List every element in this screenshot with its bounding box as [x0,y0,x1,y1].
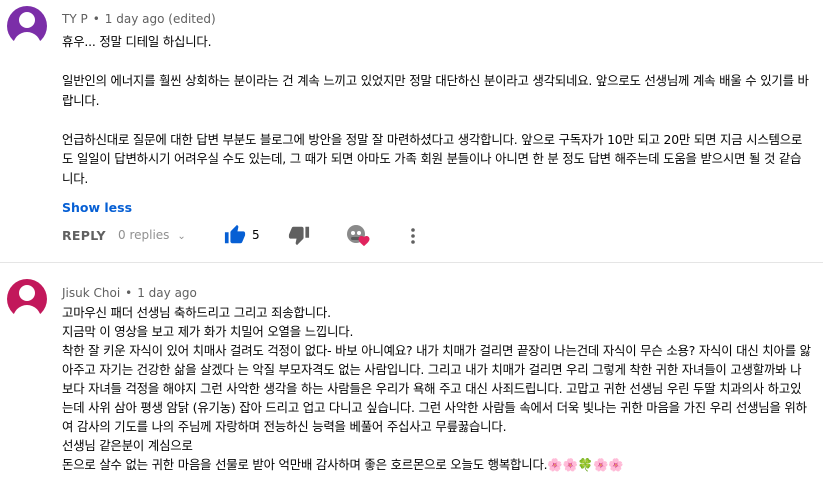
avatar-body [13,32,41,50]
like-button[interactable] [224,224,246,246]
header-separator: • [125,286,133,300]
comment-paragraph: 휴우... 정말 디테일 하십니다. [62,34,212,49]
like-count: 5 [252,228,260,242]
header-separator: • [92,12,100,26]
more-actions-icon[interactable] [408,226,418,246]
comment-item: Jisuk Choi • 1 day ago 고마우신 패더 선생님 축하드리고 그… [0,263,823,494]
avatar[interactable] [7,279,47,323]
author-name[interactable]: TY P [62,12,88,26]
comment-header: TY P • 1 day ago (edited) [62,12,216,26]
avatar[interactable] [7,6,47,50]
comment-paragraph [62,52,812,72]
comment-timestamp[interactable]: 1 day ago [137,286,197,300]
replies-toggle[interactable]: 0 replies ⌄ [118,228,186,242]
chevron-down-icon: ⌄ [177,231,186,242]
thumbs-down-icon [288,226,310,246]
comment-paragraph [62,110,812,130]
comment-paragraph: 착한 잘 키운 자식이 있어 치매사 걸려도 걱정이 없다- 바보 아니예요? … [62,343,811,434]
comment-timestamp[interactable]: 1 day ago (edited) [105,12,216,26]
author-name[interactable]: Jisuk Choi [62,286,120,300]
comment-paragraph: 선생님 같은분이 계심으로 [62,438,193,453]
replies-count: 0 replies [118,228,170,242]
show-less-button[interactable]: Show less [62,200,132,215]
comment-paragraph: 고마우신 패더 선생님 축하드리고 그리고 죄송합니다. [62,305,331,320]
comment-paragraph: 언급하신대로 질문에 대한 답변 부분도 블로그에 방안을 정말 잘 마련하셨다… [62,131,803,186]
comment-toolbar: REPLY 0 replies ⌄ 5 [62,224,462,248]
comment-header: Jisuk Choi • 1 day ago [62,286,197,300]
comment-text: 휴우... 정말 디테일 하십니다. 일반인의 에너지를 훨씬 상회하는 분이라… [62,32,812,188]
creator-heart-icon[interactable] [346,224,372,248]
avatar-head [19,12,35,28]
comment-text: 고마우신 패더 선생님 축하드리고 그리고 죄송합니다. 지금막 이 영상을 보… [62,303,812,474]
dislike-button[interactable] [288,224,310,246]
reply-button[interactable]: REPLY [62,228,106,243]
avatar-body [13,305,41,323]
comment-item: TY P • 1 day ago (edited) 휴우... 정말 디테일 하십니… [0,0,823,262]
comment-paragraph: 돈으로 살수 없는 귀한 마음을 선물로 받아 억만배 감사하며 좋은 호르몬으… [62,457,624,472]
thumbs-up-icon [224,224,246,244]
comment-paragraph: 일반인의 에너지를 훨씬 상회하는 분이라는 건 계속 느끼고 있었지만 정말 … [62,73,809,108]
comment-paragraph: 지금막 이 영상을 보고 제가 화가 치밀어 오열을 느낍니다. [62,324,354,339]
avatar-head [19,285,35,301]
